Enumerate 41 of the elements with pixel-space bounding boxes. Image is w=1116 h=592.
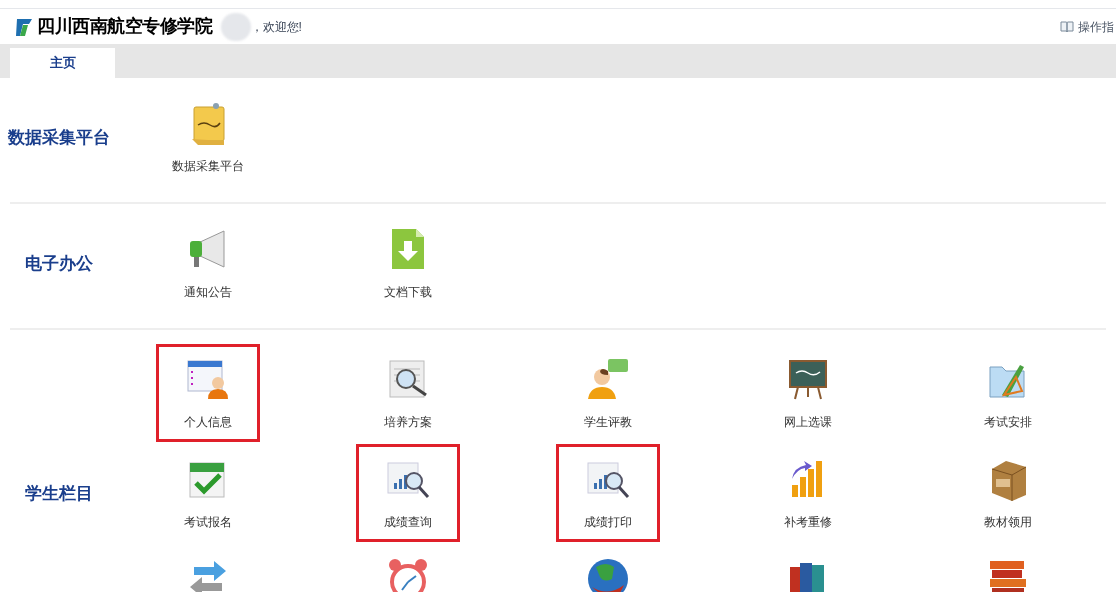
book-icon <box>1060 20 1074 33</box>
section-title: 数据采集平台 <box>8 127 110 150</box>
redacted-name-blur <box>220 12 251 41</box>
tile-label: 补考重修 <box>784 514 832 531</box>
speech-person-icon <box>586 357 630 401</box>
tile-label: 通知公告 <box>184 284 232 301</box>
guide-link[interactable]: 操作指 <box>1078 17 1114 36</box>
tile-label: 个人信息 <box>184 414 232 431</box>
school-name: 四川西南航空专修学院 <box>37 15 213 38</box>
menu-tile[interactable]: 文档下载 <box>356 214 460 312</box>
logo-icon <box>15 16 33 37</box>
tile-label: 成绩查询 <box>384 514 432 531</box>
menu-tile[interactable]: 通知公告 <box>156 214 260 312</box>
tile-label: 成绩打印 <box>584 514 632 531</box>
tile-label: 文档下载 <box>384 284 432 301</box>
menu-tile[interactable]: 考试报名 <box>156 444 260 542</box>
menu-tile[interactable]: 培养方案 <box>356 344 460 442</box>
tile-label: 网上选课 <box>784 414 832 431</box>
profile-card-icon <box>186 357 230 401</box>
menu-tile[interactable]: 学生评教 <box>556 344 660 442</box>
tile-label: 数据采集平台 <box>172 158 244 175</box>
home-tab[interactable]: 主页 <box>10 48 115 78</box>
tile-label: 考试安排 <box>984 414 1032 431</box>
menu-tile[interactable]: 考试安排 <box>956 344 1060 442</box>
globe-icon <box>586 557 630 592</box>
menu-tile[interactable]: 教材领用 <box>956 444 1060 542</box>
tile-label: 考试报名 <box>184 514 232 531</box>
blackboard-icon <box>786 357 830 401</box>
menu-tile[interactable]: 数据采集平台 <box>156 88 260 186</box>
section-title: 学生栏目 <box>25 483 93 506</box>
alarm-clock-icon <box>386 557 430 592</box>
menu-tile[interactable]: 补考重修 <box>756 444 860 542</box>
tile-label: 培养方案 <box>384 414 432 431</box>
tile-label: 学生评教 <box>584 414 632 431</box>
menu-tile[interactable]: 成绩打印 <box>556 444 660 542</box>
menu-tile[interactable]: 个人信息 <box>156 344 260 442</box>
welcome-text: ，欢迎您! <box>250 18 302 36</box>
menu-tile[interactable]: 网上选课 <box>756 344 860 442</box>
tile-label: 教材领用 <box>984 514 1032 531</box>
menu-tile[interactable]: 成绩查询 <box>356 444 460 542</box>
section-title: 电子办公 <box>25 253 93 276</box>
